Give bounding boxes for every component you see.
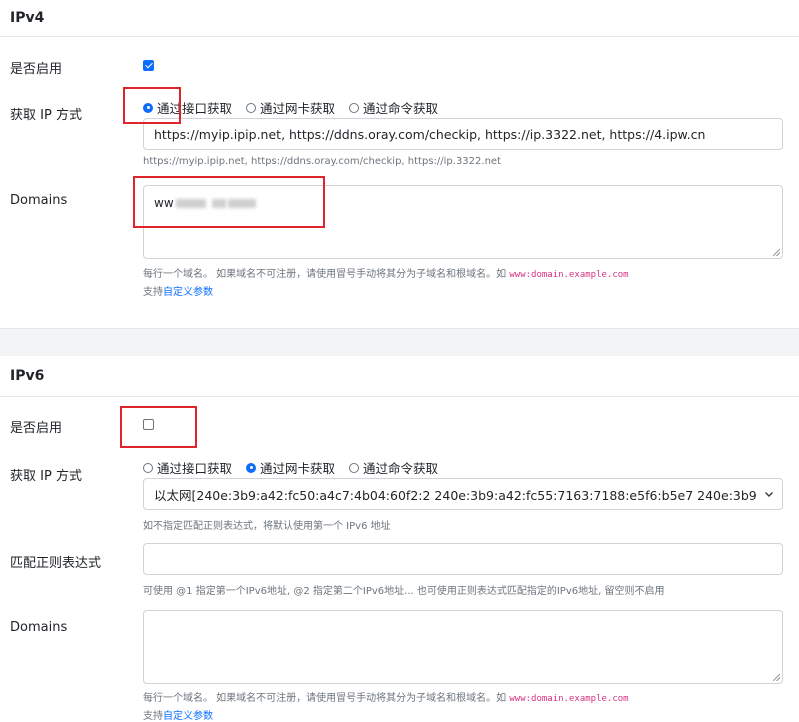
radio-unchecked-icon[interactable]	[349, 102, 360, 113]
ipv4-method-nic-label: 通过网卡获取	[260, 101, 336, 116]
ipv4-enable-label: 是否启用	[10, 62, 63, 77]
ipv4-enable-row: 是否启用	[0, 56, 799, 77]
ipv4-url-input[interactable]: https://myip.ipip.net, https://ddns.oray…	[143, 118, 783, 150]
ipv6-method-label: 获取 IP 方式	[10, 469, 82, 484]
radio-checked-icon[interactable]	[246, 462, 257, 473]
ipv4-header: IPv4	[0, 0, 799, 37]
ipv4-domains-value: ww	[154, 196, 174, 210]
radio-unchecked-icon[interactable]	[246, 102, 257, 113]
ipv4-domains-help: 每行一个域名。 如果域名不可注册，请使用冒号手动将其分为子域名和根域名。如 ww…	[143, 265, 629, 280]
resize-handle-icon[interactable]	[773, 249, 780, 256]
ipv6-method-nic[interactable]: 通过网卡获取	[246, 458, 335, 477]
ipv6-title: IPv6	[10, 368, 45, 384]
radio-unchecked-icon[interactable]	[349, 462, 360, 473]
ipv4-custom-params-prefix: 支持	[143, 287, 163, 298]
ipv6-regex-input[interactable]	[143, 543, 783, 575]
ipv4-method-row: 获取 IP 方式 通过接口获取 通过网卡获取 通过命令获取	[0, 98, 799, 123]
ipv6-nic-value: 以太网[240e:3b9:a42:fc50:a4c7:4b04:60f2:2 2…	[154, 487, 756, 503]
ipv4-url-help: https://myip.ipip.net, https://ddns.oray…	[143, 156, 501, 167]
ipv6-nic-select[interactable]: 以太网[240e:3b9:a42:fc50:a4c7:4b04:60f2:2 2…	[143, 478, 783, 510]
ipv4-method-nic[interactable]: 通过网卡获取	[246, 98, 335, 117]
ipv4-method-label: 获取 IP 方式	[10, 108, 82, 123]
ipv6-method-api-label: 通过接口获取	[157, 461, 233, 476]
ipv6-regex-label: 匹配正则表达式	[10, 556, 102, 571]
ipv4-enable-checkbox[interactable]	[143, 60, 154, 71]
ipv4-method-api-label: 通过接口获取	[157, 101, 233, 116]
ipv4-card: IPv4 是否启用 获取 IP 方式 通过接口获取 通过网卡获取 通过命令获取 …	[0, 0, 799, 328]
ipv6-header: IPv6	[0, 356, 799, 397]
ipv4-domains-help-code: www:domain.example.com	[509, 270, 629, 280]
ipv6-domains-help-text: 每行一个域名。 如果域名不可注册，请使用冒号手动将其分为子域名和根域名。如	[143, 693, 507, 704]
redacted-domain	[211, 199, 226, 208]
highlight-box	[120, 406, 197, 448]
ipv4-url-value: https://myip.ipip.net, https://ddns.oray…	[154, 126, 706, 142]
ipv6-method-nic-label: 通过网卡获取	[260, 461, 336, 476]
ipv6-enable-checkbox[interactable]	[143, 419, 154, 430]
ipv6-domains-help: 每行一个域名。 如果域名不可注册，请使用冒号手动将其分为子域名和根域名。如 ww…	[143, 689, 629, 704]
ipv6-method-api[interactable]: 通过接口获取	[143, 458, 232, 477]
ipv6-regex-help: 可使用 @1 指定第一个IPv6地址, @2 指定第二个IPv6地址... 也可…	[143, 586, 665, 597]
ipv6-domains-help-code: www:domain.example.com	[509, 694, 629, 704]
ipv6-card: IPv6 是否启用 获取 IP 方式 通过接口获取 通过网卡获取 通过命令获取 …	[0, 356, 799, 722]
ipv6-method-cmd[interactable]: 通过命令获取	[349, 458, 438, 477]
ipv6-custom-params-link[interactable]: 自定义参数	[163, 711, 213, 722]
radio-checked-icon[interactable]	[143, 102, 153, 113]
ipv6-nic-help: 如不指定匹配正则表达式，将默认使用第一个 IPv6 地址	[143, 521, 391, 532]
redacted-domain	[227, 199, 256, 208]
ipv6-custom-params-prefix: 支持	[143, 711, 163, 722]
ipv4-method-cmd-label: 通过命令获取	[363, 101, 439, 116]
ipv6-domains-label: Domains	[10, 620, 68, 635]
ipv6-enable-label: 是否启用	[10, 421, 63, 436]
section-divider	[0, 328, 799, 357]
resize-handle-icon[interactable]	[773, 674, 780, 681]
chevron-down-icon	[765, 492, 773, 497]
ipv6-method-radios: 通过接口获取 通过网卡获取 通过命令获取	[143, 458, 452, 477]
ipv6-custom-params: 支持自定义参数	[143, 707, 213, 722]
ipv6-domains-textarea[interactable]	[143, 610, 783, 684]
ipv4-custom-params: 支持自定义参数	[143, 283, 213, 298]
ipv6-method-cmd-label: 通过命令获取	[363, 461, 439, 476]
ipv4-domains-label: Domains	[10, 193, 68, 208]
ipv4-method-api[interactable]: 通过接口获取	[143, 98, 232, 117]
ipv4-method-radios: 通过接口获取 通过网卡获取 通过命令获取	[143, 98, 452, 117]
redacted-domain	[175, 199, 206, 208]
ipv4-title: IPv4	[10, 10, 45, 26]
ipv4-method-cmd[interactable]: 通过命令获取	[349, 98, 438, 117]
ipv4-domains-textarea[interactable]: ww	[143, 185, 783, 259]
ipv4-domains-help-text: 每行一个域名。 如果域名不可注册，请使用冒号手动将其分为子域名和根域名。如	[143, 269, 507, 280]
ipv4-custom-params-link[interactable]: 自定义参数	[163, 287, 213, 298]
radio-unchecked-icon[interactable]	[143, 462, 153, 473]
